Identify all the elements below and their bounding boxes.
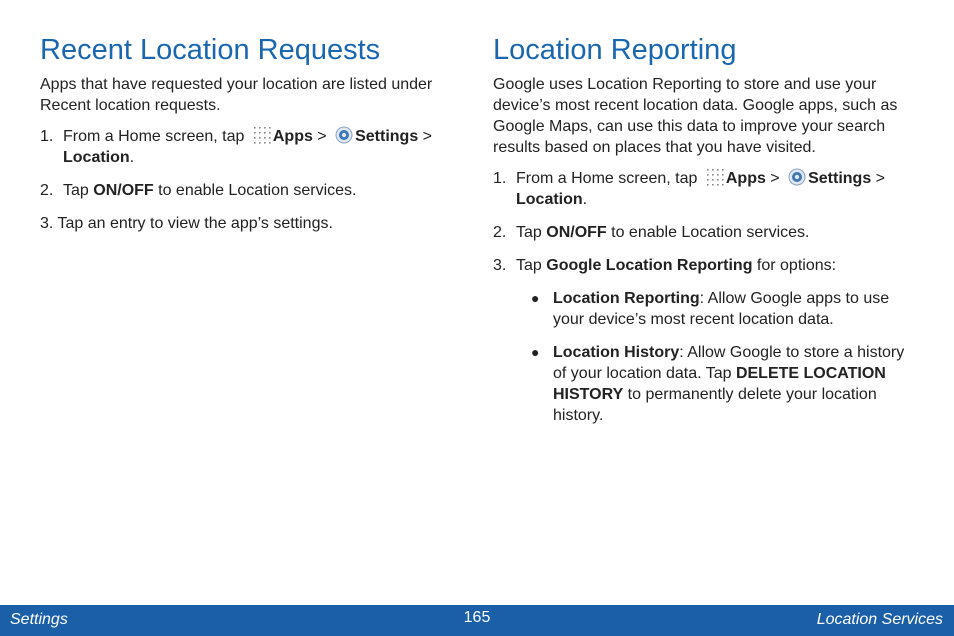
settings-gear-icon [335, 126, 353, 144]
separator: > [871, 170, 886, 187]
step-2: 2. Tap ON/OFF to enable Location service… [40, 180, 460, 201]
footer-section: Location Services [816, 611, 943, 628]
apps-grid-icon [706, 169, 724, 186]
separator: > [418, 128, 433, 145]
option-title: Location History [553, 344, 680, 361]
step-number: 2. [493, 224, 507, 241]
step-number: 2. [40, 182, 54, 199]
section-recent-location-requests: Recent Location Requests Apps that have … [40, 32, 460, 246]
separator: > [765, 170, 785, 187]
separator: > [312, 128, 332, 145]
section-intro: Apps that have requested your location a… [40, 76, 433, 114]
period: . [129, 149, 135, 166]
step-bold: ON/OFF [546, 224, 607, 241]
page-footer: Settings 165 Location Services [0, 605, 954, 636]
step-1: 1. From a Home screen, tap Apps > Settin… [493, 168, 918, 210]
bullet-icon: ● [531, 344, 540, 360]
location-label: Location [63, 149, 130, 166]
step-text: Tap an entry to view the app’s settings. [57, 215, 333, 232]
step-number: 1. [40, 128, 54, 145]
step-text: From a Home screen, tap [516, 170, 698, 187]
location-label: Location [516, 191, 583, 208]
step-text-pre: Tap [516, 257, 547, 274]
period: . [582, 191, 588, 208]
step-text-post: to enable Location services. [153, 182, 357, 199]
apps-label: Apps [725, 170, 766, 187]
bullet-icon: ● [531, 290, 540, 306]
step-bold: ON/OFF [93, 182, 154, 199]
step-text-post: to enable Location services. [606, 224, 810, 241]
step-3: 3. Tap Google Location Reporting for opt… [493, 255, 918, 426]
section-intro: Google uses Location Reporting to store … [493, 76, 898, 156]
step-3: 3. Tap an entry to view the app’s settin… [40, 213, 460, 234]
page-number: 165 [463, 609, 491, 626]
steps-list: 1. From a Home screen, tap Apps > Settin… [493, 168, 918, 426]
step-1: 1. From a Home screen, tap Apps > Settin… [40, 126, 460, 168]
section-title: Location Reporting [493, 34, 737, 66]
step-text-pre: Tap [516, 224, 547, 241]
settings-label: Settings [808, 170, 872, 187]
step-number: 3. [493, 257, 507, 274]
step-text-pre: Tap [63, 182, 94, 199]
section-location-reporting: Location Reporting Google uses Location … [493, 32, 918, 438]
apps-label: Apps [272, 128, 313, 145]
option-title: Location Reporting [553, 290, 700, 307]
option-location-reporting: ● Location Reporting: Allow Google apps … [516, 288, 918, 330]
options-list: ● Location Reporting: Allow Google apps … [516, 288, 918, 426]
steps-list: 1. From a Home screen, tap Apps > Settin… [40, 126, 460, 234]
step-2: 2. Tap ON/OFF to enable Location service… [493, 222, 918, 243]
step-text: From a Home screen, tap [63, 128, 245, 145]
step-number: 3. [40, 215, 54, 232]
settings-label: Settings [355, 128, 419, 145]
section-title: Recent Location Requests [40, 34, 381, 66]
apps-grid-icon [253, 127, 271, 144]
step-text-post: for options: [752, 257, 837, 274]
option-location-history: ● Location History: Allow Google to stor… [516, 342, 918, 426]
step-number: 1. [493, 170, 507, 187]
settings-gear-icon [788, 168, 806, 186]
step-bold: Google Location Reporting [546, 257, 753, 274]
